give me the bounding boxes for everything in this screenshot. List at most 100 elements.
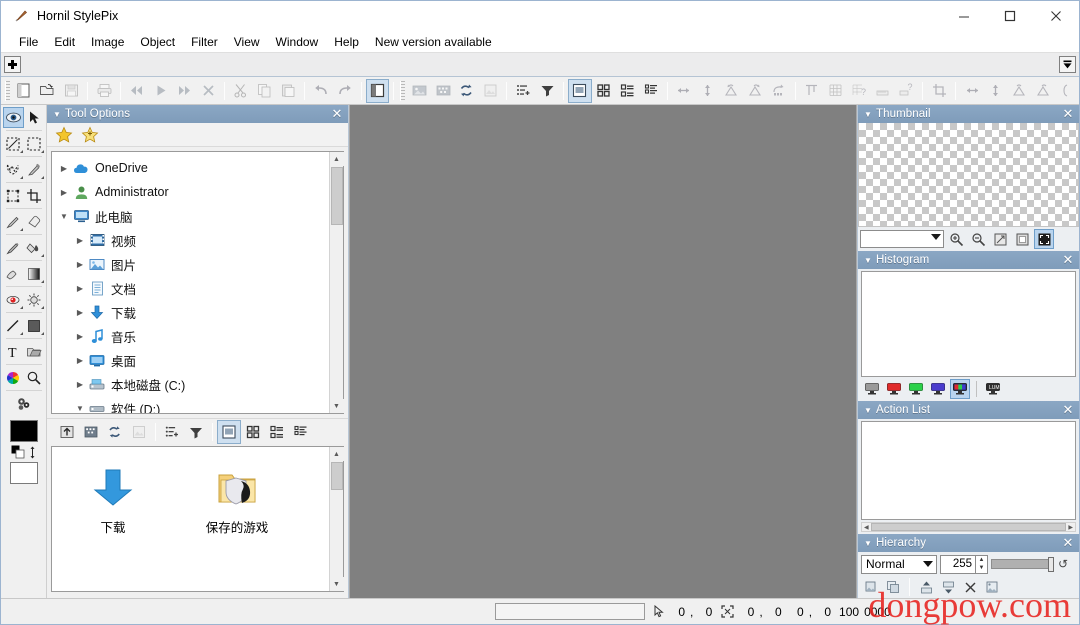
rotate-left-icon[interactable] <box>719 79 743 103</box>
menu-image[interactable]: Image <box>83 32 132 52</box>
chevron-right-icon[interactable]: ▶ <box>72 332 88 341</box>
view-tiles-icon[interactable] <box>265 420 289 444</box>
histogram-panel-header[interactable]: ▼ Histogram ✕ <box>858 251 1079 269</box>
background-color-swatch[interactable] <box>9 462 38 484</box>
ruler-icon[interactable] <box>871 79 895 103</box>
scroll-down-icon[interactable]: ▼ <box>329 399 344 413</box>
actual-size-icon[interactable] <box>1012 229 1032 249</box>
align-top-icon[interactable] <box>800 79 824 103</box>
move-layer-up-icon[interactable] <box>916 577 936 597</box>
slider-knob[interactable] <box>1048 557 1054 572</box>
thumbnail-preview[interactable] <box>858 123 1079 227</box>
tree-item-desktop[interactable]: ▶ 桌面 <box>52 348 329 372</box>
favorite-star-icon[interactable] <box>55 126 73 144</box>
toolbar-overflow-icon[interactable] <box>1055 79 1079 103</box>
tool-rectangular-marquee[interactable] <box>3 133 24 154</box>
toolbar-grip[interactable] <box>400 80 406 101</box>
tool-text[interactable]: T <box>3 341 24 362</box>
grid-help-icon[interactable]: ? <box>847 79 871 103</box>
filter-dropdown-icon[interactable] <box>535 79 559 103</box>
canvas-area[interactable] <box>349 105 857 598</box>
close-icon[interactable]: ✕ <box>1061 253 1075 266</box>
redo-icon[interactable] <box>333 79 357 103</box>
status-message-field[interactable] <box>495 603 645 620</box>
histogram-channel-blue[interactable] <box>928 379 948 399</box>
tool-lasso[interactable] <box>3 159 24 180</box>
tool-transform[interactable] <box>3 185 24 206</box>
close-icon[interactable]: ✕ <box>1061 107 1075 120</box>
scroll-up-icon[interactable]: ▲ <box>329 152 344 166</box>
tree-item-pictures[interactable]: ▶ 图片 <box>52 252 329 276</box>
new-layer-icon[interactable] <box>861 577 881 597</box>
grid-icon[interactable] <box>823 79 847 103</box>
action-list-horizontal-scrollbar[interactable]: ◀ ▶ <box>861 522 1076 532</box>
view-thumbnail-icon[interactable] <box>217 419 241 444</box>
rotate-free-icon[interactable] <box>767 79 791 103</box>
scroll-up-icon[interactable]: ▲ <box>329 447 344 461</box>
add-favorite-star-icon[interactable] <box>81 126 99 144</box>
tree-item-local-disk-c[interactable]: ▶ 本地磁盘 (C:) <box>52 372 329 396</box>
tool-red-eye[interactable] <box>3 289 24 310</box>
tool-eraser[interactable] <box>24 211 45 232</box>
menu-object[interactable]: Object <box>132 32 183 52</box>
tool-paint-bucket[interactable] <box>24 237 45 258</box>
refresh-icon[interactable] <box>455 79 479 103</box>
stepper-down-icon[interactable]: ▼ <box>979 565 985 571</box>
resize-width-icon[interactable] <box>960 79 984 103</box>
paste-icon[interactable] <box>276 79 300 103</box>
tree-item-documents[interactable]: ▶ 文档 <box>52 276 329 300</box>
save-file-icon[interactable] <box>59 79 83 103</box>
cut-icon[interactable] <box>229 79 253 103</box>
chevron-down-icon[interactable]: ▼ <box>862 110 874 119</box>
tree-item-software-d[interactable]: ▼ 软件 (D:) <box>52 396 329 414</box>
add-to-list-icon[interactable] <box>160 420 184 444</box>
view-thumbnail-icon[interactable] <box>567 78 592 103</box>
tool-color-picker[interactable] <box>3 367 24 388</box>
tool-options-panel-header[interactable]: ▼ Tool Options ✕ <box>47 105 348 123</box>
print-icon[interactable] <box>92 79 116 103</box>
toggle-panel-icon[interactable] <box>365 78 390 103</box>
delete-layer-icon[interactable] <box>960 577 980 597</box>
tree-vertical-scrollbar[interactable]: ▲ ▼ <box>329 152 344 413</box>
add-layer-icon[interactable] <box>511 79 535 103</box>
scroll-left-icon[interactable]: ◀ <box>862 524 871 531</box>
fit-to-window-icon[interactable] <box>990 229 1010 249</box>
duplicate-layer-icon[interactable] <box>883 577 903 597</box>
chevron-right-icon[interactable]: ▶ <box>72 236 88 245</box>
image-properties-icon[interactable] <box>479 79 503 103</box>
chevron-down-icon[interactable]: ▼ <box>56 212 72 221</box>
transform-right-icon[interactable] <box>1031 79 1055 103</box>
tree-item-administrator[interactable]: ▶ Administrator <box>52 180 329 204</box>
tree-item-videos[interactable]: ▶ 视频 <box>52 228 329 252</box>
refresh-icon[interactable] <box>103 420 127 444</box>
view-details-icon[interactable] <box>639 79 663 103</box>
close-icon[interactable]: ✕ <box>1061 536 1075 549</box>
reset-opacity-icon[interactable]: ↺ <box>1058 557 1068 571</box>
tool-move[interactable] <box>24 107 45 128</box>
chevron-right-icon[interactable]: ▶ <box>72 356 88 365</box>
tool-zoom[interactable] <box>24 367 45 388</box>
undo-icon[interactable] <box>309 79 333 103</box>
rotate-right-icon[interactable] <box>743 79 767 103</box>
view-details-icon[interactable] <box>289 420 313 444</box>
browse-folder-icon[interactable] <box>79 420 103 444</box>
close-icon[interactable]: ✕ <box>1061 403 1075 416</box>
foreground-color-swatch[interactable] <box>9 420 38 442</box>
tool-shape[interactable] <box>24 315 45 336</box>
tool-eyedropper[interactable] <box>24 159 45 180</box>
file-browser-list[interactable]: 下载 保存的游戏 <box>52 447 329 591</box>
copy-icon[interactable] <box>253 79 277 103</box>
flip-vertical-icon[interactable] <box>696 79 720 103</box>
folder-tree[interactable]: ▶ OneDrive ▶ Administrator ▼ 此电脑 ▶ 视频 ▶ … <box>52 152 329 413</box>
tool-brush[interactable] <box>3 211 24 232</box>
tree-item-this-pc[interactable]: ▼ 此电脑 <box>52 204 329 228</box>
tool-line[interactable] <box>3 315 24 336</box>
zoom-level-combo[interactable] <box>860 230 944 248</box>
document-list-dropdown-button[interactable] <box>1059 56 1076 73</box>
chevron-right-icon[interactable]: ▶ <box>72 380 88 389</box>
default-colors-icon[interactable] <box>11 445 25 459</box>
tree-item-onedrive[interactable]: ▶ OneDrive <box>52 156 329 180</box>
menu-help[interactable]: Help <box>326 32 367 52</box>
image-effects-icon[interactable] <box>431 79 455 103</box>
first-frame-icon[interactable] <box>125 79 149 103</box>
